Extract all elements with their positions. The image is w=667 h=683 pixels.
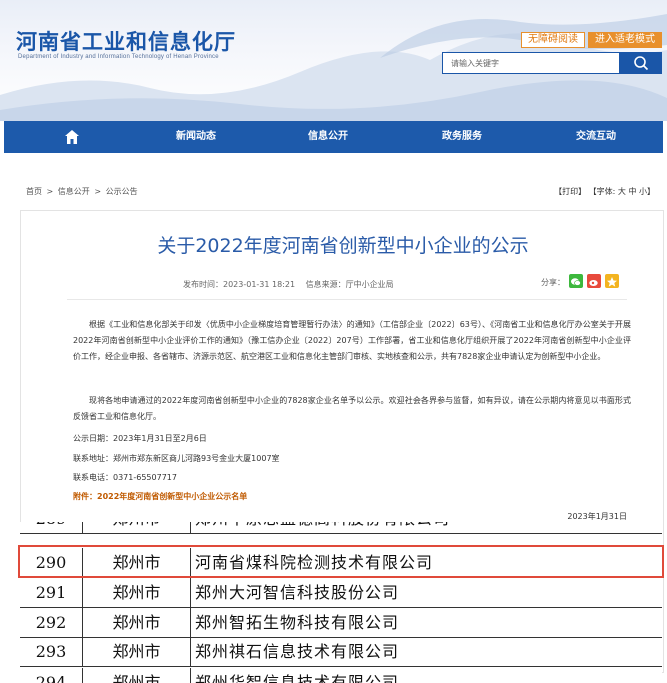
attachment-link[interactable]: 附件：2022年度河南省创新型中小企业公示名单 bbox=[73, 491, 247, 502]
row-number: 292 bbox=[35, 613, 67, 632]
nav-item-info-disclosure[interactable]: 信息公开 bbox=[288, 121, 368, 153]
breadcrumb: 首页 > 信息公开 > 公示公告 bbox=[26, 186, 140, 197]
font-small-button[interactable]: 小】 bbox=[639, 187, 655, 196]
nav-item-interaction[interactable]: 交流互动 bbox=[556, 121, 636, 153]
home-icon[interactable] bbox=[64, 129, 80, 145]
font-medium-button[interactable]: 中 bbox=[628, 187, 636, 196]
row-number: 289 bbox=[20, 522, 82, 534]
table-row: 292 郑州市 郑州智拓生物科技有限公司 bbox=[20, 608, 662, 638]
contact-phone: 联系电话：0371-65507717 bbox=[73, 473, 177, 482]
article-date: 2023年1月31日 bbox=[567, 512, 627, 521]
contact-address: 联系地址：郑州市郑东新区商儿河路93号金业大厦1007室 bbox=[73, 454, 280, 463]
nav-item-gov-services[interactable]: 政务服务 bbox=[422, 121, 502, 153]
row-number: 294 bbox=[35, 673, 67, 683]
article-tools: 【打印】 【字体: 大 中 小】 bbox=[554, 186, 655, 197]
breadcrumb-separator: > bbox=[46, 187, 54, 196]
wechat-icon[interactable] bbox=[569, 274, 583, 288]
notice-period: 公示日期：2023年1月31日至2月6日 bbox=[73, 434, 207, 443]
row-company: 郑州中原思蓝德高科股份有限公司 bbox=[190, 522, 662, 534]
search-button[interactable] bbox=[620, 52, 662, 74]
main-nav: 新闻动态 信息公开 政务服务 交流互动 bbox=[4, 121, 663, 153]
font-large-button[interactable]: 大 bbox=[618, 187, 626, 196]
row-city: 郑州市 bbox=[82, 668, 190, 683]
nav-item-news[interactable]: 新闻动态 bbox=[156, 121, 236, 153]
elder-mode-button[interactable]: 进入适老模式 bbox=[588, 32, 662, 48]
breadcrumb-info-disclosure[interactable]: 信息公开 bbox=[58, 187, 90, 196]
barrier-free-button[interactable]: 无障碍阅读 bbox=[521, 32, 585, 48]
table-row: 289 郑州市 郑州中原思蓝德高科股份有限公司 bbox=[20, 522, 662, 534]
site-title[interactable]: 河南省工业和信息化厅 bbox=[16, 26, 236, 56]
row-company: 郑州华智信息技术有限公司 bbox=[190, 668, 662, 683]
breadcrumb-home[interactable]: 首页 bbox=[26, 187, 42, 196]
breadcrumb-notices[interactable]: 公示公告 bbox=[106, 187, 138, 196]
share-label: 分享： bbox=[541, 278, 565, 287]
weibo-icon[interactable] bbox=[587, 274, 601, 288]
search-icon bbox=[634, 56, 649, 71]
article-title: 关于2022年度河南省创新型中小企业的公示 bbox=[157, 235, 529, 257]
site-header: 河南省工业和信息化厅 Department of Industry and In… bbox=[0, 0, 667, 121]
divider bbox=[67, 299, 627, 300]
table-row: 291 郑州市 郑州大河智信科技股份公司 bbox=[20, 578, 662, 608]
search-input[interactable]: 请输入关键字 bbox=[442, 52, 620, 74]
article-meta: 发布时间：2023-01-31 18:21 信息来源：厅中小企业局 bbox=[183, 279, 402, 290]
print-button[interactable]: 【打印】 bbox=[554, 187, 586, 196]
row-city: 郑州市 bbox=[82, 578, 190, 608]
highlight-box bbox=[18, 545, 664, 578]
site-subtitle: Department of Industry and Information T… bbox=[18, 54, 219, 60]
row-city: 郑州市 bbox=[82, 522, 190, 534]
article-paragraph: 根据《工业和信息化部关于印发〈优质中小企业梯度培育管理暂行办法〉的通知》（工信部… bbox=[73, 320, 631, 361]
qzone-star-icon[interactable] bbox=[605, 274, 619, 288]
table-row: 293 郑州市 郑州祺石信息技术有限公司 bbox=[20, 637, 662, 667]
row-company: 郑州智拓生物科技有限公司 bbox=[190, 608, 662, 638]
row-company: 郑州祺石信息技术有限公司 bbox=[190, 637, 662, 667]
row-number: 293 bbox=[35, 642, 67, 661]
row-city: 郑州市 bbox=[82, 637, 190, 667]
table-row: 294 郑州市 郑州华智信息技术有限公司 bbox=[20, 668, 662, 683]
breadcrumb-separator: > bbox=[94, 187, 102, 196]
row-company: 郑州大河智信科技股份公司 bbox=[190, 578, 662, 608]
row-number: 291 bbox=[35, 583, 67, 602]
info-source: 信息来源：厅中小企业局 bbox=[305, 280, 394, 289]
publish-time: 发布时间：2023-01-31 18:21 bbox=[183, 280, 296, 289]
font-size-label: 【字体: bbox=[588, 187, 616, 196]
article-paragraph: 现将各地申请通过的2022年度河南省创新型中小企业的7828家企业名单予以公示。… bbox=[73, 396, 631, 421]
row-city: 郑州市 bbox=[82, 608, 190, 638]
